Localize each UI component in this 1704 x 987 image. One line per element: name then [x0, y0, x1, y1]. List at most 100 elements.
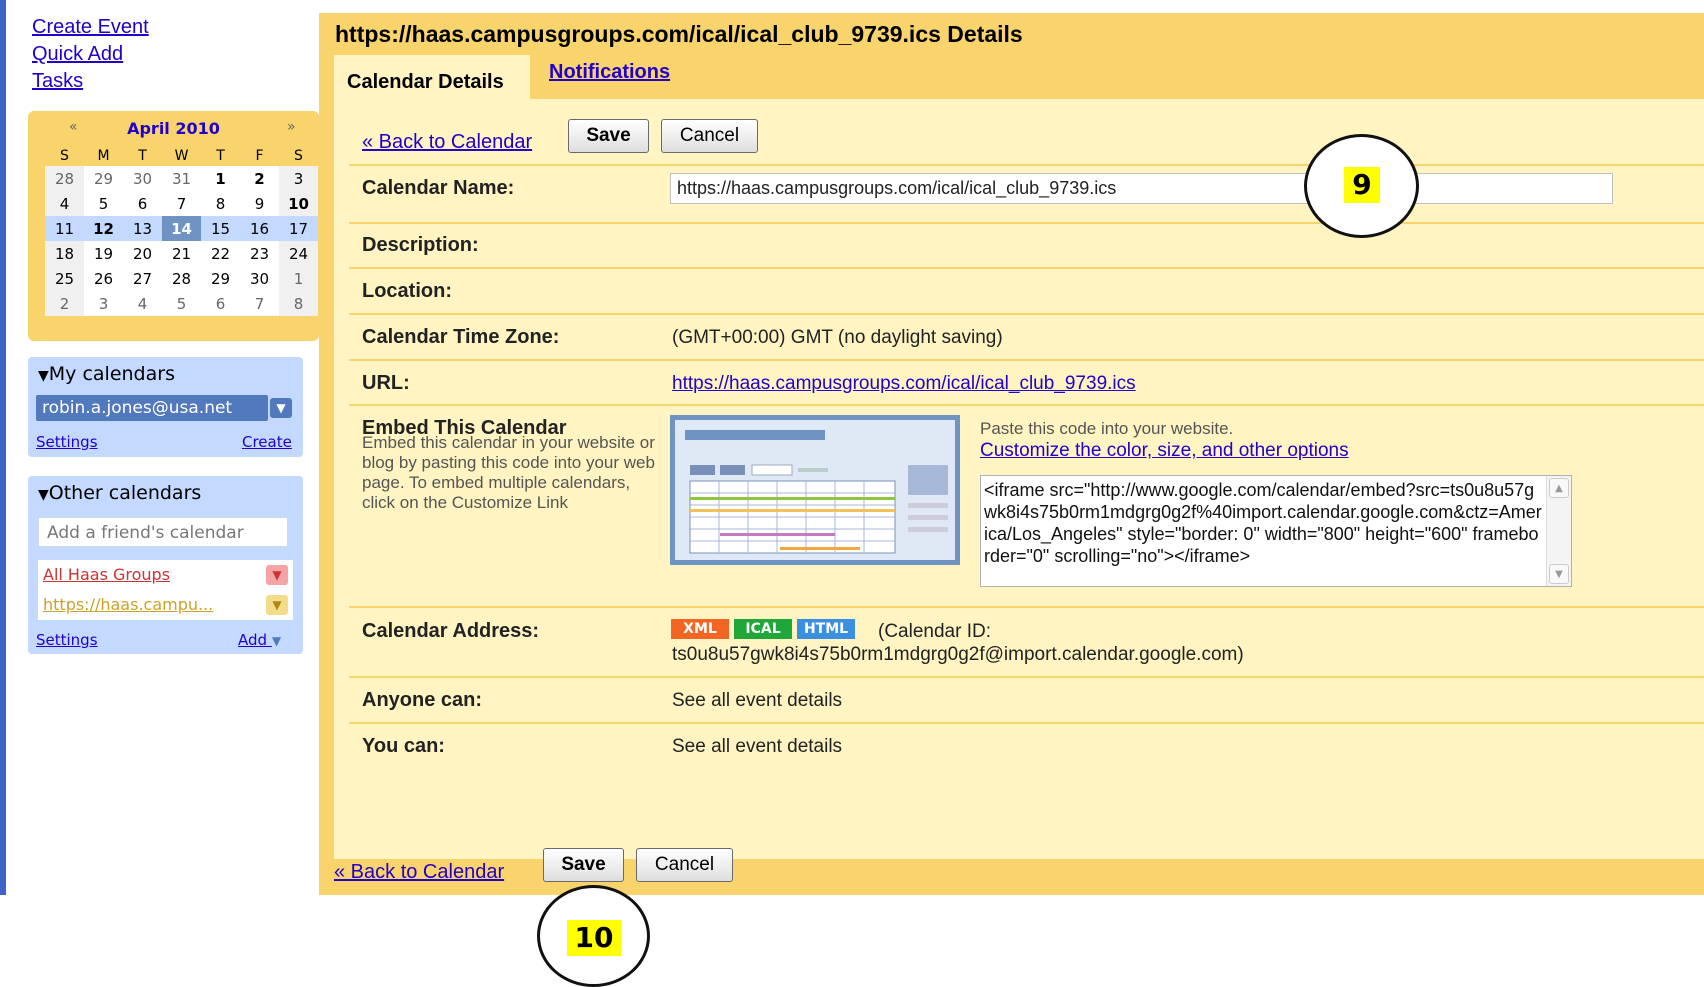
you-can-label: You can: [362, 735, 445, 757]
calendar-day[interactable]: 25 [45, 266, 84, 291]
calendar-day[interactable]: 23 [240, 241, 279, 266]
my-calendar-item[interactable]: robin.a.jones@usa.net [36, 395, 268, 421]
calendar-day[interactable]: 30 [240, 266, 279, 291]
calendar-day[interactable]: 16 [240, 216, 279, 241]
location-label: Location: [362, 280, 452, 302]
other-calendars-header[interactable]: ▼Other calendars [38, 482, 201, 504]
tab-notifications[interactable]: Notifications [549, 61, 670, 84]
customize-options-link[interactable]: Customize the color, size, and other opt… [980, 440, 1349, 462]
calendar-day[interactable]: 7 [240, 291, 279, 316]
calendar-day[interactable]: 2 [240, 166, 279, 191]
triangle-down-icon: ▼ [38, 487, 49, 503]
quick-add-link[interactable]: Quick Add [32, 43, 123, 66]
back-to-calendar-link[interactable]: « Back to Calendar [362, 131, 532, 154]
calendar-day[interactable]: 17 [279, 216, 318, 241]
calendar-day[interactable]: 11 [45, 216, 84, 241]
calendar-options-dropdown-icon[interactable]: ▼ [266, 565, 288, 585]
divider [349, 267, 1704, 269]
ical-badge[interactable]: ICAL [734, 619, 792, 639]
calendar-day[interactable]: 19 [84, 241, 123, 266]
next-month-button[interactable]: » [287, 119, 296, 135]
calendar-day[interactable]: 4 [45, 191, 84, 216]
save-button-bottom[interactable]: Save [543, 848, 624, 882]
time-zone-value: (GMT+00:00) GMT (no daylight saving) [672, 327, 1003, 348]
xml-badge[interactable]: XML [671, 619, 729, 639]
calendar-day[interactable]: 29 [201, 266, 240, 291]
calendar-name-input[interactable]: https://haas.campusgroups.com/ical/ical_… [670, 173, 1613, 204]
other-calendars-panel: ▼Other calendars Add a friend's calendar… [28, 476, 303, 654]
add-friend-calendar-input[interactable]: Add a friend's calendar [38, 517, 288, 547]
add-calendar-menu[interactable]: Add ▼ [238, 631, 281, 649]
calendar-day-today[interactable]: 14 [162, 216, 201, 241]
divider [349, 164, 1704, 166]
calendar-day[interactable]: 3 [84, 291, 123, 316]
weekday-label: T [138, 148, 147, 164]
divider [349, 222, 1704, 224]
scroll-down-icon[interactable]: ▼ [1549, 564, 1569, 584]
scroll-up-icon[interactable]: ▲ [1549, 478, 1569, 498]
tasks-link[interactable]: Tasks [32, 70, 83, 93]
calendar-day[interactable]: 10 [279, 191, 318, 216]
calendar-day[interactable]: 20 [123, 241, 162, 266]
cancel-button-bottom[interactable]: Cancel [636, 848, 733, 882]
calendar-options-dropdown-icon[interactable]: ▼ [270, 398, 292, 418]
calendar-day[interactable]: 27 [123, 266, 162, 291]
calendar-day[interactable]: 15 [201, 216, 240, 241]
embed-code-text: <iframe src="http://www.google.com/calen… [984, 480, 1542, 566]
calendar-options-dropdown-icon[interactable]: ▼ [266, 595, 288, 615]
other-calendars-settings-link[interactable]: Settings [36, 631, 98, 649]
calendar-day[interactable]: 29 [84, 166, 123, 191]
calendar-day[interactable]: 5 [84, 191, 123, 216]
calendar-day[interactable]: 1 [279, 266, 318, 291]
back-to-calendar-link-bottom[interactable]: « Back to Calendar [334, 861, 504, 884]
create-calendar-link[interactable]: Create [242, 433, 292, 451]
calendar-day[interactable]: 7 [162, 191, 201, 216]
add-calendar-label: Add [238, 631, 268, 649]
scrollbar[interactable]: ▲ ▼ [1546, 476, 1571, 586]
calendar-day[interactable]: 26 [84, 266, 123, 291]
my-calendars-settings-link[interactable]: Settings [36, 433, 98, 451]
calendar-day[interactable]: 3 [279, 166, 318, 191]
weekday-label: S [294, 148, 303, 164]
html-badge[interactable]: HTML [797, 619, 855, 639]
save-button[interactable]: Save [568, 119, 649, 153]
details-content: « Back to Calendar Save Cancel Calendar … [334, 99, 1704, 859]
calendar-day[interactable]: 6 [123, 191, 162, 216]
url-label: URL: [362, 372, 410, 394]
calendar-day[interactable]: 12 [84, 216, 123, 241]
calendar-day[interactable]: 1 [201, 166, 240, 191]
step-9-number: 9 [1344, 167, 1380, 203]
other-calendar-item[interactable]: https://haas.campu... ▼ [38, 590, 293, 620]
calendar-day[interactable]: 18 [45, 241, 84, 266]
calendar-day[interactable]: 2 [45, 291, 84, 316]
description-label: Description: [362, 234, 479, 256]
calendar-day[interactable]: 28 [45, 166, 84, 191]
weekday-label: M [97, 148, 110, 164]
calendar-item-label[interactable]: All Haas Groups [43, 565, 170, 584]
cancel-button[interactable]: Cancel [661, 119, 758, 153]
calendar-day[interactable]: 30 [123, 166, 162, 191]
anyone-can-value: See all event details [672, 690, 843, 711]
calendar-day[interactable]: 13 [123, 216, 162, 241]
calendar-item-label[interactable]: https://haas.campu... [43, 595, 213, 614]
other-calendar-item[interactable]: All Haas Groups ▼ [38, 560, 293, 590]
calendar-url-link[interactable]: https://haas.campusgroups.com/ical/ical_… [672, 373, 1136, 395]
calendar-day[interactable]: 28 [162, 266, 201, 291]
calendar-day[interactable]: 24 [279, 241, 318, 266]
calendar-day[interactable]: 21 [162, 241, 201, 266]
calendar-day[interactable]: 5 [162, 291, 201, 316]
calendar-day[interactable]: 8 [201, 191, 240, 216]
calendar-day[interactable]: 22 [201, 241, 240, 266]
calendar-day[interactable]: 8 [279, 291, 318, 316]
step-10-number: 10 [567, 920, 621, 956]
tab-calendar-details[interactable]: Calendar Details [334, 55, 530, 99]
calendar-day[interactable]: 31 [162, 166, 201, 191]
divider [349, 606, 1704, 608]
my-calendars-header[interactable]: ▼My calendars [38, 363, 175, 385]
divider [349, 722, 1704, 724]
calendar-day[interactable]: 6 [201, 291, 240, 316]
calendar-day[interactable]: 9 [240, 191, 279, 216]
create-event-link[interactable]: Create Event [32, 16, 149, 39]
calendar-day[interactable]: 4 [123, 291, 162, 316]
embed-code-textarea[interactable]: <iframe src="http://www.google.com/calen… [980, 475, 1572, 587]
